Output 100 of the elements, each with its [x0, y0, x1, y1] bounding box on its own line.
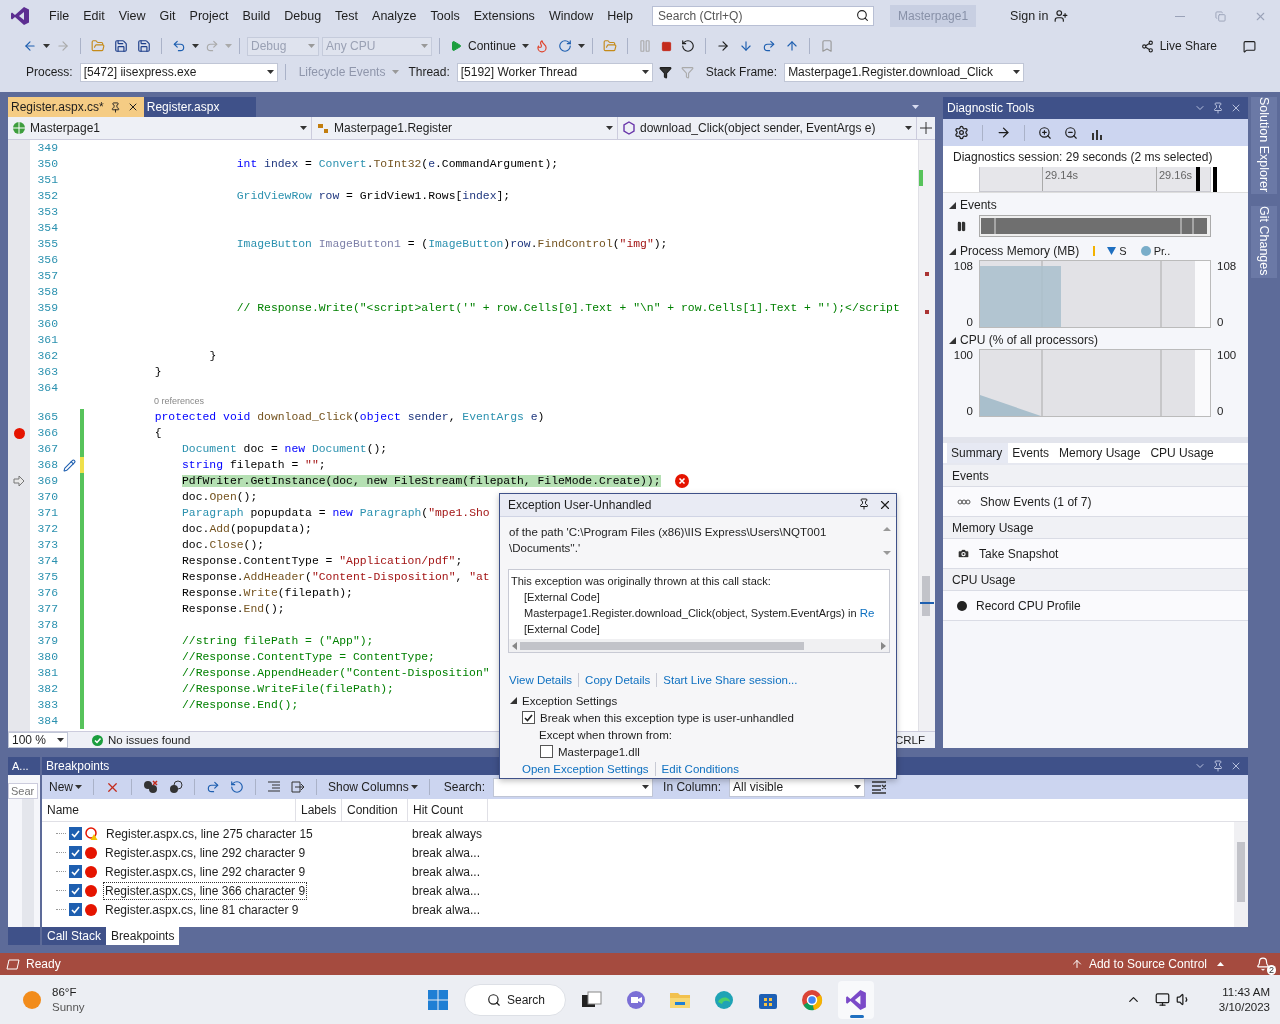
clock-time[interactable]: 11:43 AM — [1222, 984, 1270, 1000]
checkbox[interactable] — [69, 846, 82, 859]
menu-item[interactable]: Build — [235, 6, 278, 26]
zoom-dropdown[interactable]: 100 % — [8, 732, 68, 748]
diagnostics-tab[interactable]: CPU Usage — [1146, 443, 1220, 463]
show-columns-button[interactable]: Show Columns — [325, 778, 421, 796]
menu-item[interactable]: Project — [182, 6, 236, 26]
ide-app-button[interactable] — [838, 980, 875, 1019]
scroll-thumb[interactable] — [1237, 842, 1245, 902]
breakpoint-name[interactable]: Register.aspx.cs, line 366 character 9 — [104, 882, 307, 899]
menu-item[interactable]: Git — [152, 6, 183, 26]
menu-item[interactable]: Edit — [76, 6, 112, 26]
scroll-thumb[interactable] — [520, 641, 804, 650]
summary-action[interactable]: Show Events (1 of 7) — [943, 487, 1248, 517]
checkbox[interactable] — [69, 884, 82, 897]
panel-filter-field[interactable]: Sear — [8, 783, 38, 799]
column-header[interactable]: Name — [42, 799, 296, 821]
caret-icon — [912, 105, 919, 109]
navigation-dropdown[interactable]: Masterpage1.Register — [312, 117, 618, 139]
menu-item[interactable]: Test — [328, 6, 366, 26]
column-header[interactable]: Condition — [342, 799, 408, 821]
search-field[interactable]: Search (Ctrl+Q) — [652, 6, 875, 26]
source-control-button[interactable]: Add to Source Control — [1088, 957, 1207, 971]
cpu-track-header[interactable]: CPU (% of all processors) — [943, 328, 1248, 349]
scroll-thumb[interactable] — [922, 576, 930, 616]
source-link[interactable]: Re — [859, 607, 875, 619]
menu-item[interactable]: Extensions — [466, 6, 542, 26]
code-line: ImageButton ImageButton1 = (ImageButton)row.FindControl("img"); — [235, 237, 668, 252]
menu-item[interactable]: Tools — [423, 6, 467, 26]
summary-action[interactable]: Take Snapshot — [943, 539, 1248, 569]
notification-count: 2 — [1267, 965, 1276, 975]
pause-icon[interactable] — [955, 220, 967, 232]
side-tab[interactable]: Solution Explorer — [1251, 97, 1277, 195]
column-header[interactable]: Labels — [296, 799, 342, 821]
error-icon[interactable] — [674, 474, 689, 488]
notifications-icon[interactable] — [1256, 957, 1270, 971]
line-number: 372 — [36, 523, 59, 535]
process-dropdown[interactable]: [5472] iisexpress.exe — [79, 62, 278, 82]
search-button[interactable]: Search — [464, 983, 567, 1016]
breakpoint-icon[interactable] — [13, 427, 25, 439]
pin-icon[interactable] — [858, 498, 870, 510]
live-share-button[interactable]: Live Share — [1137, 37, 1220, 55]
diagnostics-tab[interactable]: Events — [1008, 443, 1056, 463]
vertical-scrollbar[interactable] — [1234, 822, 1248, 927]
new-button[interactable]: New — [46, 778, 85, 796]
menu-item[interactable]: Window — [541, 6, 601, 26]
checkbox[interactable] — [69, 865, 82, 878]
scroll-left-icon — [512, 641, 517, 650]
events-track-header[interactable]: Events — [943, 193, 1248, 214]
diagnostics-tab[interactable]: Summary — [947, 443, 1009, 463]
panel-tab[interactable]: Call Stack — [42, 927, 107, 945]
breakpoint-name[interactable]: Register.aspx.cs, line 275 character 15 — [105, 825, 314, 842]
vertical-scrollbar[interactable] — [918, 140, 935, 731]
code-line: doc.Close(); — [181, 538, 265, 553]
horizontal-scrollbar[interactable] — [509, 639, 889, 652]
clock-date[interactable]: 3/10/2023 — [1218, 999, 1270, 1015]
solution-name: Masterpage1 — [890, 5, 977, 27]
summary-action[interactable]: Record CPU Profile — [943, 591, 1248, 621]
side-tab[interactable]: Git Changes — [1251, 206, 1277, 278]
breakpoint-name[interactable]: Register.aspx.cs, line 292 character 9 — [104, 844, 307, 861]
panel-tab[interactable]: Breakpoints — [106, 927, 180, 945]
popup-link[interactable]: View Details — [509, 674, 573, 686]
stack-frame-dropdown[interactable]: Masterpage1.Register.download_Click — [784, 62, 1025, 82]
network-icon[interactable] — [1154, 992, 1170, 1007]
menu-item[interactable]: Analyze — [365, 6, 424, 26]
navigation-dropdown[interactable]: Masterpage1 — [8, 117, 312, 139]
continue-button[interactable]: Continue — [447, 37, 520, 55]
menu-item[interactable]: View — [111, 6, 153, 26]
thread-dropdown[interactable]: [5192] Worker Thread — [456, 62, 653, 82]
breakpoint-name[interactable]: Register.aspx.cs, line 292 character 9 — [104, 863, 307, 880]
close-icon[interactable] — [878, 498, 892, 512]
line-number: 383 — [36, 699, 59, 711]
document-tab[interactable]: Register.aspx.cs* — [8, 97, 144, 117]
checkbox[interactable] — [69, 903, 82, 916]
hit-count: break alwa... — [411, 883, 482, 898]
checkbox[interactable] — [69, 827, 82, 840]
references-count[interactable]: 0 references — [100, 396, 918, 409]
popup-link[interactable]: Start Live Share session... — [663, 674, 798, 686]
menu-item[interactable]: Debug — [277, 6, 329, 26]
popup-link[interactable]: Edit Conditions — [661, 763, 739, 775]
user-icon — [1054, 9, 1069, 23]
popup-link[interactable]: Copy Details — [585, 674, 651, 686]
temperature: 86°F — [52, 984, 78, 1000]
breakpoint-name[interactable]: Register.aspx.cs, line 81 character 9 — [104, 901, 300, 918]
search-dropdown[interactable] — [493, 777, 654, 797]
checkbox[interactable] — [522, 711, 535, 724]
menu-item[interactable]: File — [42, 6, 77, 26]
menu-item[interactable]: Help — [600, 6, 641, 26]
checkbox[interactable] — [540, 745, 553, 758]
navigation-dropdown[interactable]: download_Click(object sender, EventArgs e) — [618, 117, 917, 139]
memory-track-header[interactable]: Process Memory (MB) S Pr.. — [943, 238, 1248, 260]
sign-in-button[interactable]: Sign in — [1006, 6, 1073, 26]
popup-link[interactable]: Open Exception Settings — [522, 763, 649, 775]
diagnostics-tab[interactable]: Memory Usage — [1055, 443, 1147, 463]
split-icon[interactable] — [920, 122, 932, 134]
exception-settings-header[interactable]: Exception Settings — [500, 692, 896, 709]
infinity-logo-icon — [845, 988, 868, 1011]
pencil-icon[interactable] — [62, 458, 76, 472]
document-tab[interactable]: Register.aspx — [143, 97, 256, 117]
column-header[interactable]: Hit Count — [408, 799, 488, 821]
